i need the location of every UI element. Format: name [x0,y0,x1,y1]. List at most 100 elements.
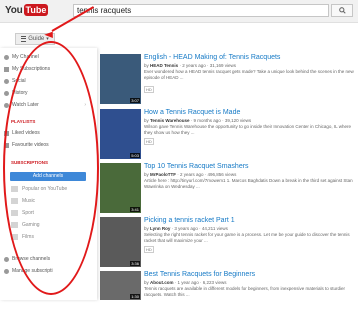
duration: 3:41 [130,207,140,212]
browse-channels-link[interactable]: Browse channels [4,254,90,264]
channel-link[interactable]: Lynn Roy [150,226,170,231]
result-item[interactable]: 5:03 How a Tennis Racquet is Made by Ten… [96,109,358,164]
result-item[interactable]: 3:41 Top 10 Tennis Racquet Smashers by M… [96,163,358,218]
chevron-right-icon: › [84,102,86,108]
channel-thumbnail [11,210,18,216]
search-input[interactable]: tennis racquets [73,4,329,17]
result-title[interactable]: English - HEAD Making of: Tennis Racquet… [144,54,280,61]
masthead: You Tube tennis racquets [0,0,358,23]
playlist-icon [4,142,9,148]
guide-item-my-channel[interactable]: My Channel [4,52,90,62]
video-thumbnail[interactable]: 3:07 [100,54,141,104]
guide-panel: My Channel My Subscriptions Social › His… [0,48,97,300]
channel-link[interactable]: Tennis Warehouse [150,118,190,123]
video-thumbnail[interactable]: 1:30 [100,271,141,300]
guide-item-label: Watch Later [12,102,39,108]
guide-item-label: My Subscriptions [12,66,51,72]
history-icon [4,90,9,96]
meta-text: · 2 years ago · 31,169 views [179,63,236,68]
logo-tube: Tube [23,4,49,16]
search-icon [338,7,346,14]
subscription-label: Sport [22,210,34,216]
subscription-item[interactable]: Gaming [11,220,91,230]
youtube-logo[interactable]: You Tube [5,2,49,18]
chevron-right-icon: › [84,78,86,84]
manage-subscriptions-link[interactable]: Manage subscripti [4,266,90,276]
subscription-item[interactable]: Music [11,196,91,206]
result-meta: by MrPaoloTTF · 2 years ago · 496,856 vi… [144,172,237,177]
result-title[interactable]: Top 10 Tennis Racquet Smashers [144,163,249,170]
meta-text: · 3 years ago · 44,211 views [171,226,228,231]
video-thumbnail[interactable]: 3:36 [100,217,141,267]
result-description: Selecting the right tennis racket for yo… [144,232,350,243]
guide-item-watch-later[interactable]: Watch Later › [4,100,90,110]
channel-thumbnail [11,198,18,204]
hd-badge: HD [144,86,154,93]
social-icon [4,78,9,84]
result-meta: by Tennis Warehouse · 9 months ago · 39,… [144,118,252,123]
clock-icon [4,102,9,108]
subscription-label: Popular on YouTube [22,186,68,192]
video-thumbnail[interactable]: 5:03 [100,109,141,159]
guide-item-liked-videos[interactable]: Liked videos [4,128,90,138]
guide-item-label: Favourite videos [12,142,49,148]
subscription-item[interactable]: Popular on YouTube [11,184,91,194]
video-thumbnail[interactable]: 3:41 [100,163,141,213]
logo-you: You [5,4,23,16]
duration: 3:36 [130,261,140,266]
channel-link[interactable]: MrPaoloTTF [150,172,176,177]
plus-circle-icon [4,256,9,262]
gear-icon [4,268,9,274]
result-item[interactable]: 3:36 Picking a tennis racket Part 1 by L… [96,217,358,272]
subscriptions-icon [4,66,9,72]
guide-item-social[interactable]: Social › [4,76,90,86]
subscription-item[interactable]: Films [11,232,91,242]
guide-item-label: Manage subscripti [12,268,53,274]
meta-text: · 2 years ago · 496,856 views [177,172,237,177]
guide-item-label: Liked videos [12,130,40,136]
guide-item-my-subscriptions[interactable]: My Subscriptions [4,64,90,74]
subscription-label: Music [22,198,36,204]
duration: 3:07 [130,98,140,103]
result-meta: by Lynn Roy · 3 years ago · 44,211 views [144,226,228,231]
playlist-icon [4,130,9,136]
duration: 5:03 [130,153,140,158]
result-description: Wilson gave Tennis Warehouse the opportu… [144,124,351,135]
add-channels-button[interactable]: Add channels [10,172,86,181]
result-title[interactable]: How a Tennis Racquet is Made [144,109,240,116]
result-item[interactable]: 1:30 Best Tennis Racquets for Beginners … [96,271,358,326]
channel-link[interactable]: HEAD Tennis [150,63,178,68]
subscription-item[interactable]: Sport [11,208,91,218]
guide-item-history[interactable]: History [4,88,90,98]
subscriptions-heading: SUBSCRIPTIONS [11,160,49,165]
guide-item-label: Browse channels [12,256,51,262]
result-meta: by HEAD Tennis · 2 years ago · 31,169 vi… [144,63,236,68]
playlists-heading: PLAYLISTS [11,119,36,124]
guide-item-label: History [12,90,28,96]
guide-item-favourite-videos[interactable]: Favourite videos [4,140,90,150]
subscription-label: Films [22,234,34,240]
result-title[interactable]: Picking a tennis racket Part 1 [144,217,235,224]
guide-button-label: Guide [28,36,45,42]
guide-item-label: Social [12,78,26,84]
channel-thumbnail [11,234,18,240]
result-meta: by About.com · 1 year ago · 6,223 views [144,280,227,285]
guide-item-label: My Channel [12,54,39,60]
user-icon [4,54,9,60]
result-title[interactable]: Best Tennis Racquets for Beginners [144,271,255,278]
result-description: Tennis racquets are available in differe… [144,286,346,297]
result-item[interactable]: 3:07 English - HEAD Making of: Tennis Ra… [96,54,358,109]
duration: 1:30 [130,294,140,299]
channel-link[interactable]: About.com [150,280,174,285]
channel-thumbnail [11,222,18,228]
menu-icon [21,36,27,42]
search-button[interactable] [331,4,353,17]
result-description: Article here : http://tinyurl.com/7mowem… [144,178,353,189]
meta-text: · 9 months ago · 39,120 views [190,118,252,123]
hd-badge: HD [144,138,154,145]
hd-badge: HD [144,246,154,253]
meta-text: · 1 year ago · 6,223 views [174,280,227,285]
subscription-label: Gaming [22,222,40,228]
result-description: Ever wondered how a HEAD tennis racquet … [144,69,354,80]
channel-thumbnail [11,186,18,192]
